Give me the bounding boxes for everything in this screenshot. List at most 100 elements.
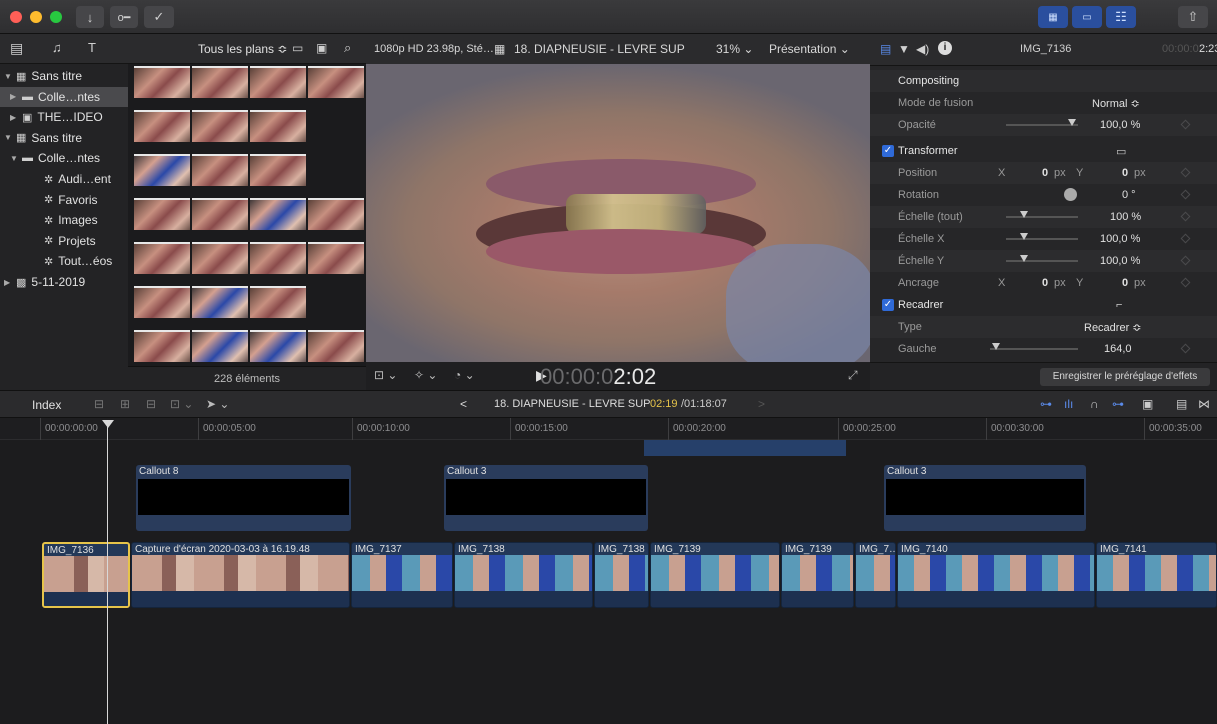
enhance-menu-icon[interactable]: ✧ ⌄ xyxy=(414,368,437,382)
title-clip[interactable]: Callout 8 xyxy=(136,465,351,531)
library-item[interactable]: ▼ ▦ Sans titre xyxy=(0,66,128,86)
video-clip[interactable]: IMG_7… xyxy=(855,542,896,608)
position-x-value[interactable]: 0 xyxy=(1042,167,1048,179)
info-icon[interactable]: i xyxy=(938,41,952,55)
clip-thumbnail[interactable] xyxy=(250,154,306,186)
timeline-forward-button[interactable]: > xyxy=(758,397,765,411)
clip-thumbnail[interactable] xyxy=(250,330,306,362)
library-item[interactable]: ✲ Projets xyxy=(0,231,128,251)
save-effects-preset-button[interactable]: Enregistrer le préréglage d'effets xyxy=(1040,368,1210,386)
video-clip[interactable]: IMG_7138 xyxy=(454,542,593,608)
photos-audio-icon[interactable]: ♫ xyxy=(52,40,62,55)
show-timeline-icon[interactable]: ▭ xyxy=(1072,6,1102,28)
clip-thumbnail[interactable] xyxy=(134,242,190,274)
clip-filter-menu[interactable]: Tous les plans ≎ xyxy=(198,42,287,56)
keyframe-icon[interactable] xyxy=(1180,189,1191,200)
library-item[interactable]: ✲ Audi…ent xyxy=(0,169,128,189)
disclosure-icon[interactable]: ▼ xyxy=(4,72,16,81)
scale-y-value[interactable]: 100,0 % xyxy=(1100,255,1140,267)
clip-thumbnail[interactable] xyxy=(192,66,248,98)
crop-left-value[interactable]: 164,0 xyxy=(1104,343,1132,355)
disclosure-icon[interactable]: ▼ xyxy=(4,133,16,142)
library-item[interactable]: ✲ Images xyxy=(0,210,128,230)
clip-thumbnail[interactable] xyxy=(134,110,190,142)
clip-thumbnail[interactable] xyxy=(192,198,248,230)
library-item[interactable]: ▼ ▦ Sans titre xyxy=(0,128,128,148)
search-icon[interactable]: ⌕ xyxy=(344,40,351,56)
clip-thumbnail[interactable] xyxy=(134,198,190,230)
disclosure-icon[interactable]: ▶ xyxy=(4,278,16,287)
insert-clip-icon[interactable]: ⊞ xyxy=(120,397,130,411)
presentation-menu[interactable]: Présentation ⌄ xyxy=(769,42,850,56)
scale-all-value[interactable]: 100 % xyxy=(1110,211,1141,223)
opacity-value[interactable]: 100,0 % xyxy=(1100,119,1140,131)
scale-y-knob[interactable] xyxy=(1020,255,1028,262)
solo-icon[interactable]: ∩ xyxy=(1090,397,1099,411)
clip-thumbnail[interactable] xyxy=(192,110,248,142)
title-clip[interactable]: Callout 3 xyxy=(444,465,648,531)
minimize-window-button[interactable] xyxy=(30,11,42,23)
anchor-y-value[interactable]: 0 xyxy=(1122,277,1128,289)
anchor-x-value[interactable]: 0 xyxy=(1042,277,1048,289)
clip-thumbnail[interactable] xyxy=(250,110,306,142)
keyframe-icon[interactable] xyxy=(1180,277,1191,288)
audio-skimming-icon[interactable]: ılı xyxy=(1064,397,1073,411)
keyframe-icon[interactable] xyxy=(1180,343,1191,354)
timeline-back-button[interactable]: < xyxy=(460,397,467,411)
scale-x-knob[interactable] xyxy=(1020,233,1028,240)
crop-onscreen-icon[interactable]: ⌐ xyxy=(1116,299,1122,311)
clip-appearance-icon[interactable]: ▣ xyxy=(316,41,327,55)
fullscreen-icon[interactable]: ⤢ xyxy=(848,368,858,383)
playhead-handle[interactable] xyxy=(102,420,114,428)
clip-thumbnail[interactable] xyxy=(192,154,248,186)
transform-menu-icon[interactable]: ⊡ ⌄ xyxy=(374,368,397,382)
clip-thumbnail[interactable] xyxy=(134,66,190,98)
keyframe-icon[interactable] xyxy=(1180,119,1191,130)
library-item[interactable]: ▶ ▩ 5-11-2019 xyxy=(0,272,128,292)
clip-thumbnail[interactable] xyxy=(134,330,190,362)
clip-thumbnail[interactable] xyxy=(134,286,190,318)
clip-thumbnail[interactable] xyxy=(192,330,248,362)
keyword-icon[interactable]: o━ xyxy=(110,6,138,28)
keyframe-icon[interactable] xyxy=(1180,233,1191,244)
crop-left-slider[interactable] xyxy=(990,348,1078,350)
transform-checkbox[interactable]: ✓ xyxy=(882,145,894,157)
append-clip-icon[interactable]: ⊟ xyxy=(146,397,156,411)
zoom-menu[interactable]: 31% ⌄ xyxy=(716,42,753,56)
video-clip[interactable]: IMG_7136 xyxy=(42,542,130,608)
disclosure-icon[interactable]: ▶ xyxy=(10,113,22,122)
video-clip[interactable]: IMG_7138 xyxy=(594,542,649,608)
share-icon[interactable]: ⇧ xyxy=(1178,6,1208,28)
video-clip[interactable]: IMG_7139 xyxy=(781,542,854,608)
transform-onscreen-icon[interactable]: ▭ xyxy=(1116,145,1126,158)
library-item[interactable]: ▼ ▬ Colle…ntes xyxy=(0,148,128,168)
effects-browser-icon[interactable]: ▤ xyxy=(1176,397,1187,411)
video-inspector-icon[interactable]: ▤ xyxy=(880,42,891,56)
filmstrip-view-icon[interactable]: ▭ xyxy=(292,41,303,55)
index-button[interactable]: Index xyxy=(32,398,61,412)
library-item[interactable]: ▶ ▬ Colle…ntes xyxy=(0,86,128,107)
clip-thumbnail[interactable] xyxy=(308,198,364,230)
rotation-value[interactable]: 0 ° xyxy=(1122,189,1136,201)
audio-inspector-icon[interactable]: ◀) xyxy=(916,42,929,56)
background-tasks-icon[interactable]: ✓ xyxy=(144,6,174,28)
color-inspector-icon[interactable]: ▼ xyxy=(898,42,910,56)
scale-y-slider[interactable] xyxy=(1006,260,1078,262)
opacity-knob[interactable] xyxy=(1068,119,1076,126)
clip-thumbnail[interactable] xyxy=(308,330,364,362)
import-icon[interactable]: ↓ xyxy=(76,6,104,28)
keyframe-icon[interactable] xyxy=(1180,255,1191,266)
library-item[interactable]: ▶ ▣ THE…IDEO xyxy=(0,107,128,127)
scale-all-slider[interactable] xyxy=(1006,216,1078,218)
video-clip[interactable]: IMG_7141 xyxy=(1096,542,1217,608)
disclosure-icon[interactable]: ▶ xyxy=(10,92,22,101)
select-tool-icon[interactable]: ➤ ⌄ xyxy=(206,397,229,411)
skimming-icon[interactable]: ⊶ xyxy=(1040,397,1052,411)
scale-x-slider[interactable] xyxy=(1006,238,1078,240)
libraries-icon[interactable]: ▤ xyxy=(10,40,23,57)
connect-clip-icon[interactable]: ⊟ xyxy=(94,397,104,411)
overwrite-clip-icon[interactable]: ⊡ ⌄ xyxy=(170,397,193,411)
retime-menu-icon[interactable]: ◔ ⌄ xyxy=(454,368,475,382)
keyframe-icon[interactable] xyxy=(1180,211,1191,222)
crop-left-knob[interactable] xyxy=(992,343,1000,350)
